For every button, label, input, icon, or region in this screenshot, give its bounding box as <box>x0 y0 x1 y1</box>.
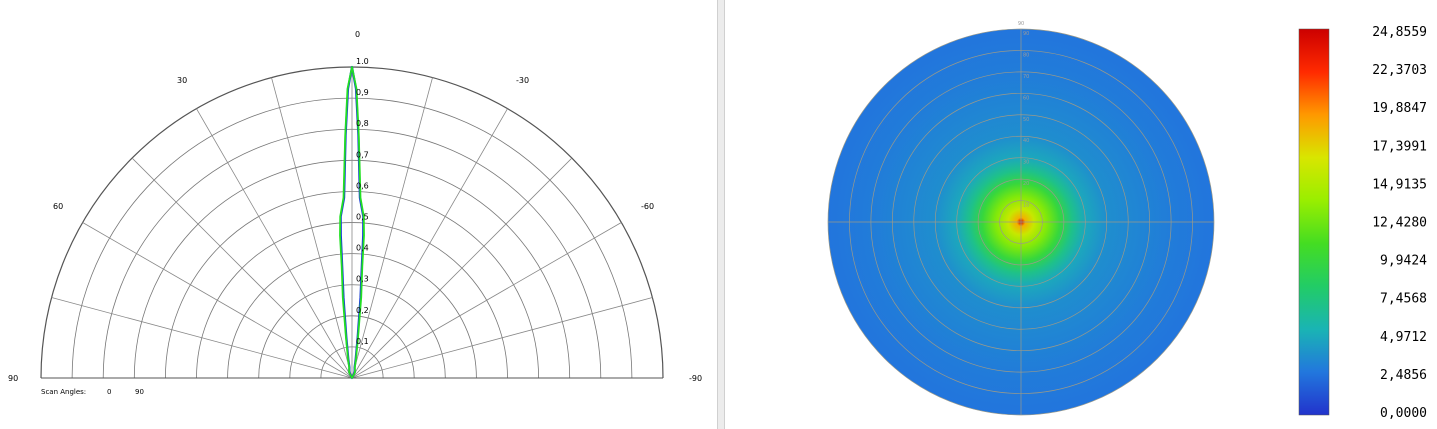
angle-tick-neg60: -60 <box>641 202 654 211</box>
colorbar-label: 2,4856 <box>1380 368 1427 383</box>
angle-tick-30: 30 <box>177 76 187 85</box>
heat-tick-30: 30 <box>1023 160 1029 166</box>
legend-title: Scan Angles: <box>41 388 86 396</box>
legend: Scan Angles: 0 90 <box>41 388 144 396</box>
radial-tick-0-3: 0,3 <box>356 275 369 284</box>
colorbar-label: 22,3703 <box>1372 63 1427 78</box>
radial-tick-0-7: 0,7 <box>356 150 369 159</box>
colorbar-label: 17,3991 <box>1372 139 1427 154</box>
polar-spoke <box>351 108 508 379</box>
polar-spoke <box>351 297 653 379</box>
polar-spoke <box>351 222 622 379</box>
polar-spoke <box>196 108 353 379</box>
radial-tick-0-4: 0,4 <box>356 244 369 253</box>
colorbar <box>1298 28 1330 416</box>
polar-grid <box>40 66 664 379</box>
colorbar-labels: 24,8559 22,3703 19,8847 17,3991 14,9135 … <box>1372 25 1427 421</box>
polar-spoke <box>51 297 353 379</box>
radial-tick-0-2: 0,2 <box>356 306 369 315</box>
heat-tick-80: 80 <box>1023 52 1029 58</box>
polar-heatmap: 90 90 80 70 60 50 40 30 20 10 24,8559 22… <box>827 21 1427 421</box>
colorbar-label: 14,9135 <box>1372 177 1427 192</box>
colorbar-label: 4,9712 <box>1380 330 1427 345</box>
radial-tick-0-5: 0,5 <box>356 213 369 222</box>
heat-tick-70: 70 <box>1023 74 1029 80</box>
radial-tick-0-8: 0,8 <box>356 119 369 128</box>
radial-tick-0-9: 0,9 <box>356 88 369 97</box>
radial-tick-1: 1.0 <box>356 57 369 66</box>
colorbar-label-max: 24,8559 <box>1372 25 1427 40</box>
heat-tick-90-outer: 90 <box>1018 21 1024 27</box>
polar-heatmap-panel: 90 90 80 70 60 50 40 30 20 10 24,8559 22… <box>726 0 1437 429</box>
colorbar-label: 12,4280 <box>1372 216 1427 231</box>
heat-tick-90: 90 <box>1023 31 1029 37</box>
radial-tick-0-1: 0,1 <box>356 337 369 346</box>
colorbar-label: 19,8847 <box>1372 101 1427 116</box>
polar-line-chart: 0 30 -30 60 -60 90 -90 1.0 0,9 0,8 0,7 0… <box>8 30 702 396</box>
angle-tick-0: 0 <box>355 30 360 39</box>
legend-item-90: 90 <box>135 388 144 396</box>
polar-line-chart-panel: 0 30 -30 60 -60 90 -90 1.0 0,9 0,8 0,7 0… <box>0 0 716 429</box>
heat-tick-10: 10 <box>1023 203 1029 209</box>
colorbar-label-min: 0,0000 <box>1380 406 1427 421</box>
angle-tick-60: 60 <box>53 202 63 211</box>
angle-tick-neg90: -90 <box>689 374 702 383</box>
angle-tick-90: 90 <box>8 374 18 383</box>
polar-spoke <box>351 157 573 379</box>
radial-tick-0-6: 0,6 <box>356 181 369 190</box>
heat-tick-20: 20 <box>1023 181 1029 187</box>
heat-tick-60: 60 <box>1023 95 1029 101</box>
panel-splitter[interactable] <box>717 0 725 429</box>
angle-tick-neg30: -30 <box>516 76 529 85</box>
heat-tick-50: 50 <box>1023 117 1029 123</box>
polar-spoke <box>82 222 353 379</box>
colorbar-label: 9,9424 <box>1380 254 1427 269</box>
heat-tick-40: 40 <box>1023 138 1029 144</box>
legend-item-0: 0 <box>107 388 111 396</box>
colorbar-label: 7,4568 <box>1380 292 1427 307</box>
polar-spoke <box>131 157 353 379</box>
